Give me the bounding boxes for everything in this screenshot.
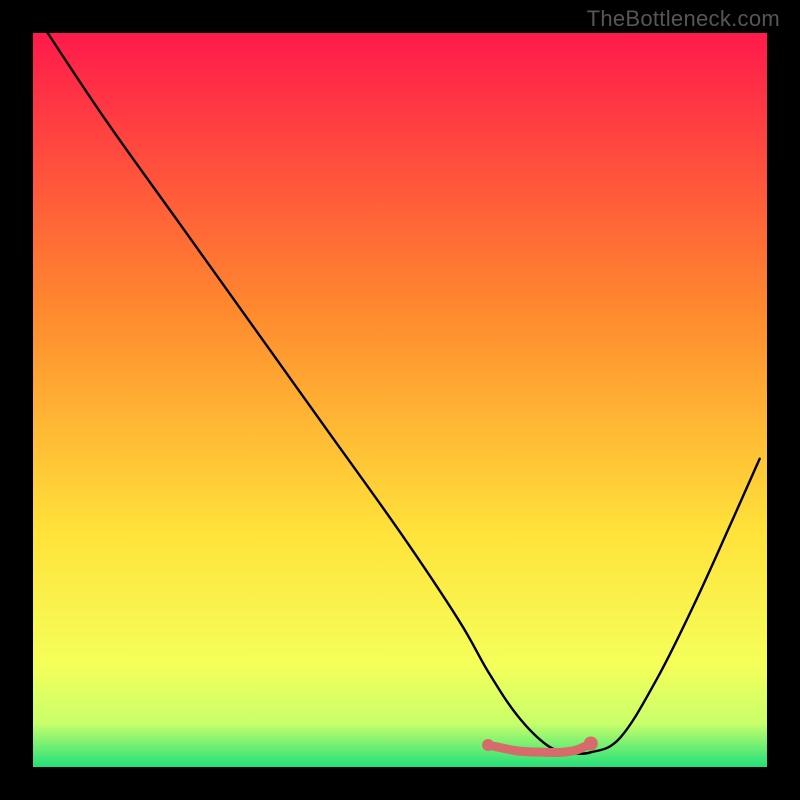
- chart-stage: TheBottleneck.com: [0, 0, 800, 800]
- curves-layer: [33, 33, 767, 767]
- bottleneck-curve: [48, 33, 760, 754]
- optimal-band-start-dot: [482, 739, 494, 751]
- optimal-band-end-dot: [584, 737, 598, 751]
- optimal-band-marker: [488, 744, 591, 753]
- plot-area: [33, 33, 767, 767]
- attribution-text: TheBottleneck.com: [587, 6, 780, 32]
